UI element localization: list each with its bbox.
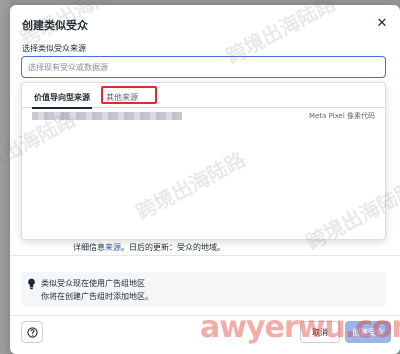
tab-value-based-sources[interactable]: 价值导向型来源 <box>32 89 92 109</box>
info-line-1: 类似受众现在使用广告组地区 <box>41 279 145 288</box>
blurred-source-name <box>32 112 182 120</box>
help-icon <box>26 326 38 338</box>
help-button[interactable] <box>21 321 43 343</box>
obscured-text-start: 详细信息 <box>73 243 105 252</box>
source-type-label: Meta Pixel 像素代码 <box>308 112 375 120</box>
info-line-2: 你将在创建广告组时添加地区。 <box>41 292 153 301</box>
source-search-input[interactable] <box>21 56 386 78</box>
dialog-title: 创建类似受众 <box>22 19 88 32</box>
close-icon: ✕ <box>376 15 388 31</box>
lightbulb-icon <box>28 278 35 290</box>
source-option-row[interactable]: Meta Pixel 像素代码 <box>22 109 385 123</box>
cancel-button[interactable]: 取消 <box>300 321 340 343</box>
create-lookalike-dialog: 创建类似受众 ✕ 选择类似受众来源 详细信息来源。日后的更新：受众的地域。 价值… <box>10 5 400 354</box>
source-tabs: 价值导向型来源 其他来源 <box>22 83 385 109</box>
footer-divider <box>10 315 400 316</box>
create-audience-button[interactable]: 创建受众 <box>345 321 391 343</box>
obscured-text-end: 。日后的更新：受众的地域。 <box>121 243 225 252</box>
section-divider <box>10 255 400 256</box>
info-notice: 类似受众现在使用广告组地区 你将在创建广告组时添加地区。 <box>21 272 386 306</box>
obscured-description: 详细信息来源。日后的更新：受众的地域。 <box>73 242 225 253</box>
obscured-link[interactable]: 来源 <box>105 243 121 252</box>
tab-other-sources[interactable]: 其他来源 <box>104 89 140 105</box>
source-field-label: 选择类似受众来源 <box>22 44 86 53</box>
source-dropdown: 价值导向型来源 其他来源 Meta Pixel 像素代码 <box>21 82 386 240</box>
close-button[interactable]: ✕ <box>374 15 390 31</box>
